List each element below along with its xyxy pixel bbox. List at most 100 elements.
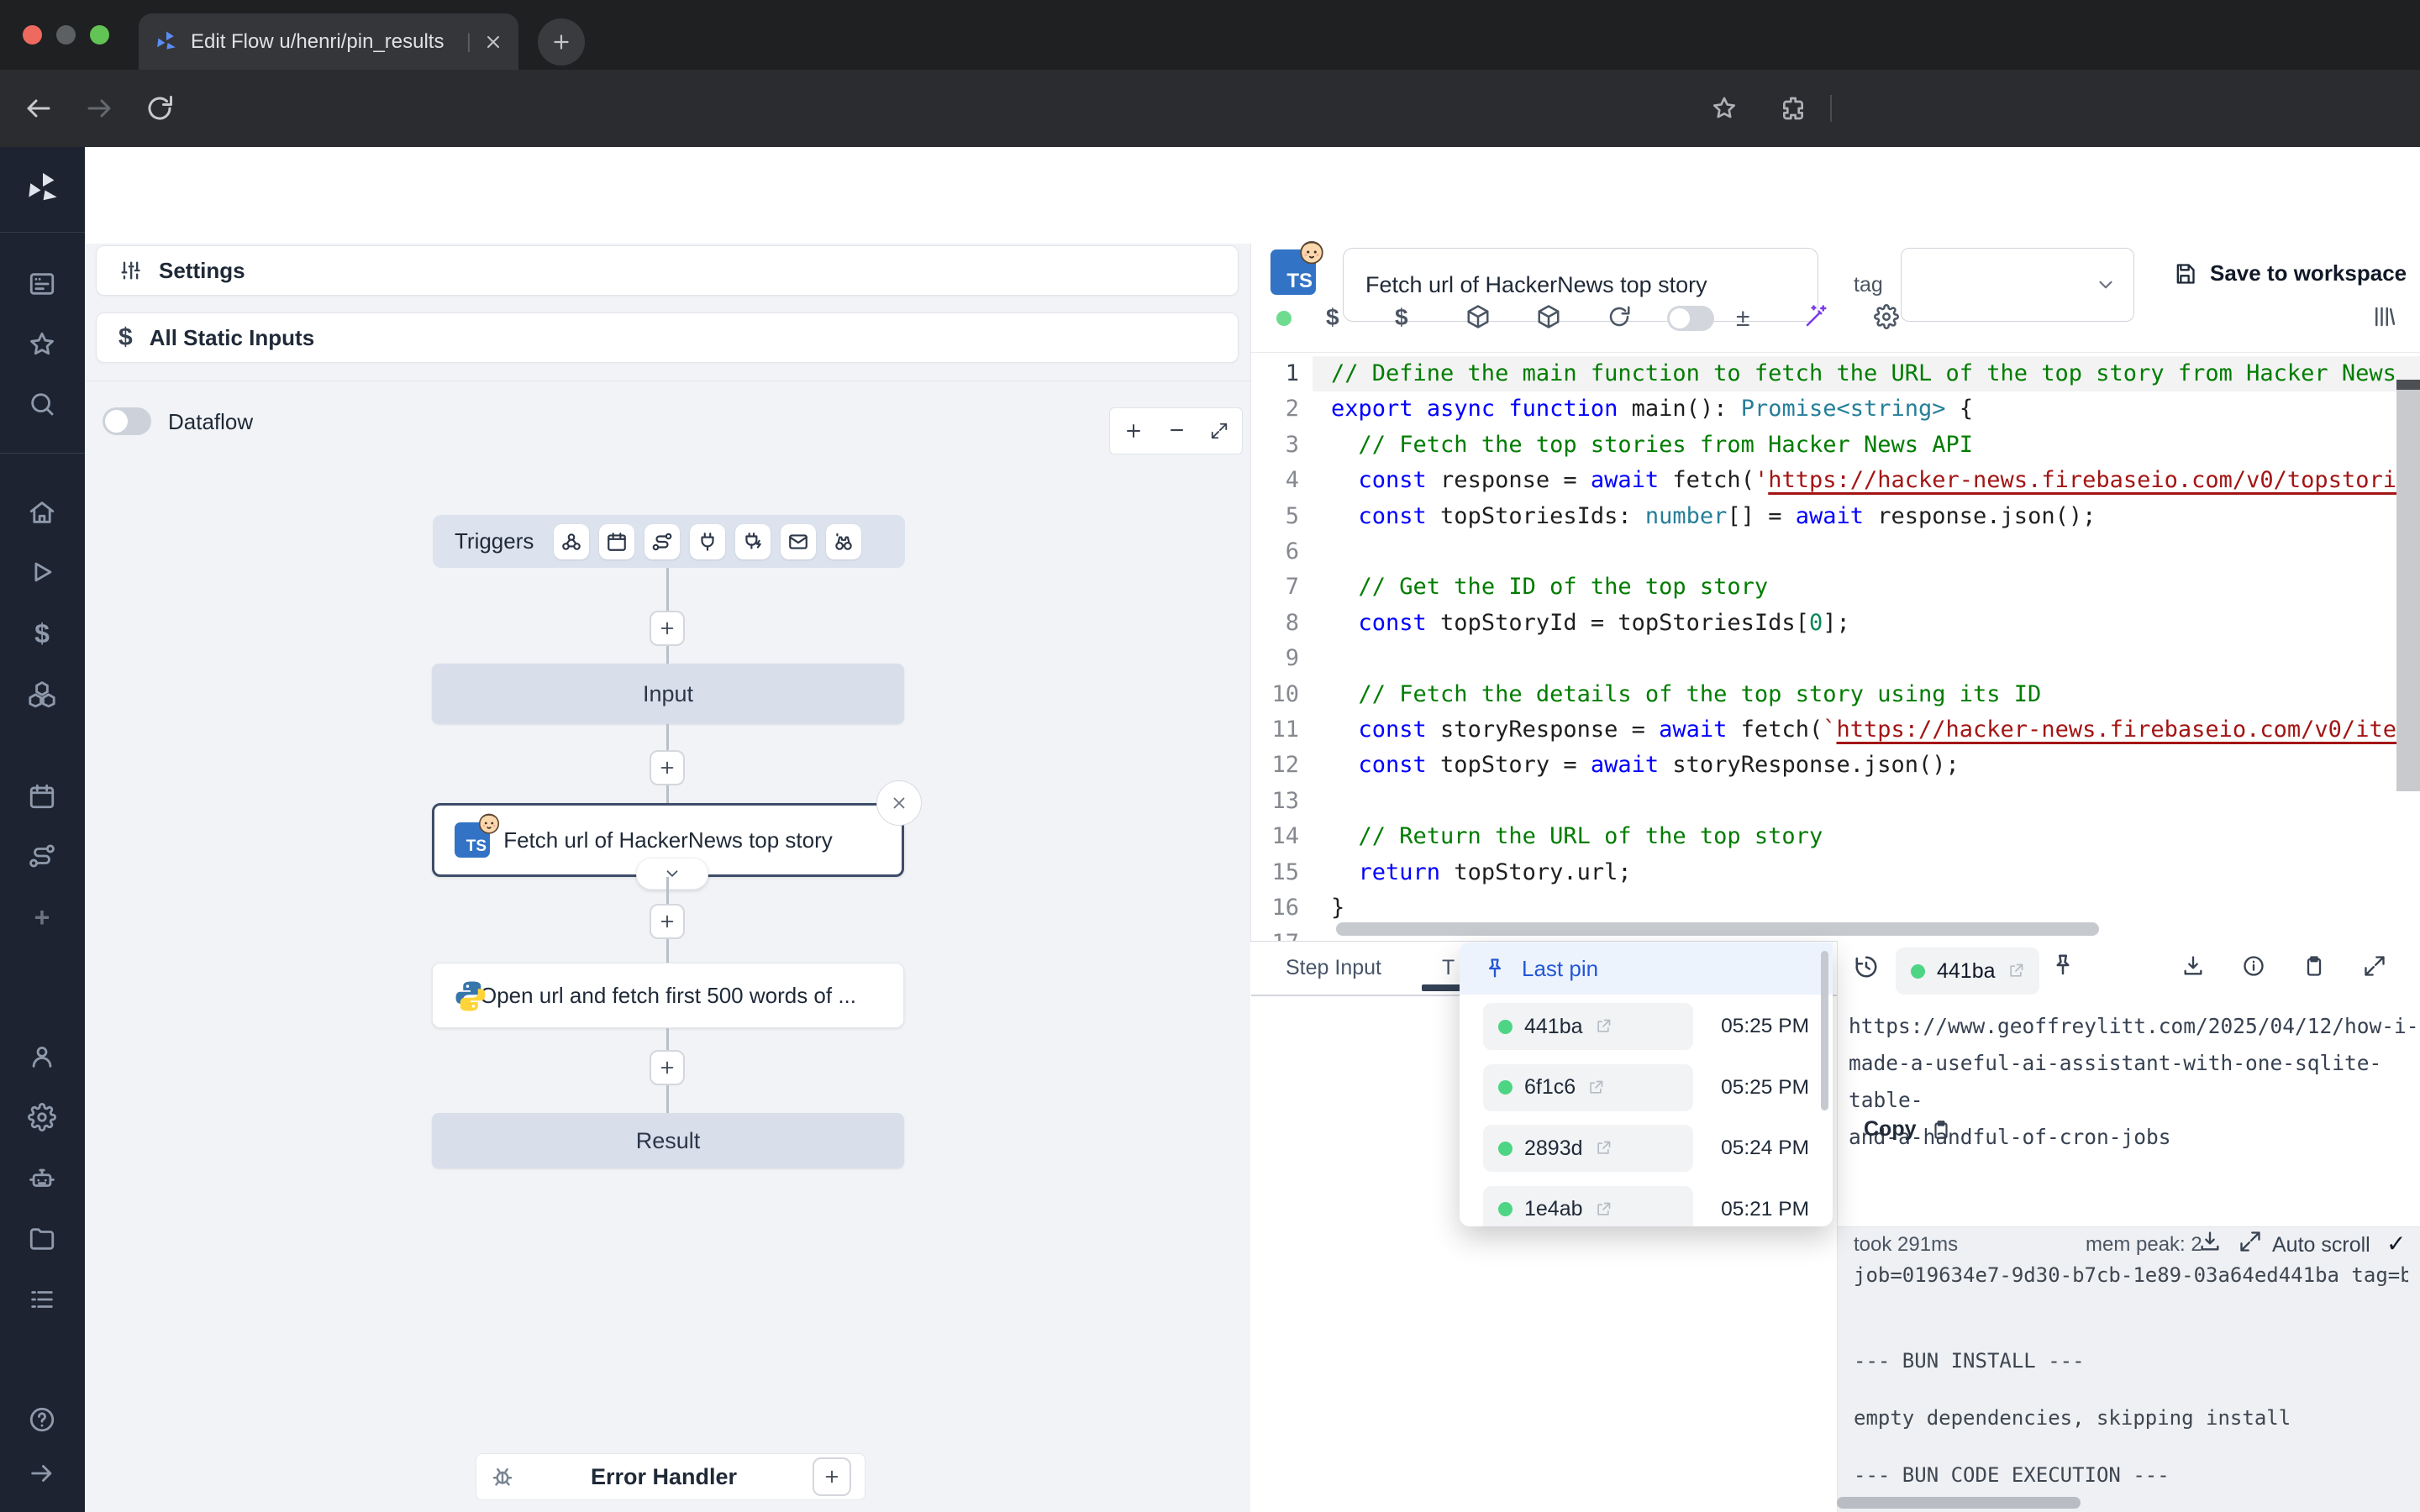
new-tab-button[interactable] [538, 18, 585, 66]
external-link-icon[interactable] [2007, 963, 2024, 979]
package-icon[interactable] [1536, 304, 1561, 329]
tag-select[interactable] [1901, 248, 2134, 322]
home-icon[interactable] [28, 498, 56, 527]
pin-history-item[interactable]: 1e4ab05:21 PM [1460, 1179, 1833, 1227]
pin-history-item[interactable]: 6f1c605:25 PM [1460, 1058, 1833, 1118]
external-link-icon[interactable] [1595, 1201, 1612, 1218]
windmill-logo[interactable] [24, 170, 62, 208]
back-icon[interactable] [24, 93, 54, 123]
code-horizontal-scrollbar[interactable] [1336, 922, 2099, 936]
settings-icon[interactable] [28, 1103, 56, 1131]
kafka-trigger-icon[interactable] [735, 524, 771, 559]
help-icon[interactable] [28, 1405, 56, 1434]
reload-icon[interactable] [145, 93, 175, 123]
webhook-trigger-icon[interactable] [554, 524, 589, 559]
status-dot-icon[interactable] [1276, 311, 1292, 326]
error-handler-node[interactable]: Error Handler [476, 1453, 865, 1500]
zoom-out-icon[interactable]: − [1170, 417, 1185, 445]
add-step-button[interactable] [650, 904, 685, 939]
job-id-pill[interactable]: 1e4ab [1483, 1186, 1693, 1227]
last-pin-option[interactable]: Last pin [1460, 942, 1833, 995]
forward-icon[interactable] [84, 93, 114, 123]
external-link-icon[interactable] [1595, 1140, 1612, 1157]
settings-row[interactable]: Settings [96, 245, 1239, 296]
step-node-a[interactable]: TS Fetch url of HackerNews top story a [432, 803, 904, 877]
settings-icon[interactable] [1874, 304, 1899, 329]
browser-tab[interactable]: Edit Flow u/henri/pin_results | [139, 13, 518, 70]
apps-icon[interactable] [28, 270, 56, 298]
expand-logs-icon[interactable] [2238, 1230, 2262, 1253]
ai-wand-icon[interactable] [1803, 304, 1828, 329]
info-icon[interactable] [2242, 954, 2265, 978]
step-node-b[interactable]: Open url and fetch first 500 words of ..… [432, 963, 904, 1028]
routes-icon[interactable] [28, 842, 56, 870]
expand-result-icon[interactable] [2363, 954, 2386, 978]
log-output[interactable]: job=019634e7-9d30-b7cb-1e89-03a64ed441ba… [1854, 1263, 2408, 1490]
input-node[interactable]: Input [432, 664, 904, 724]
auto-scroll-checkbox[interactable]: ✓ [2386, 1230, 2406, 1257]
add-error-handler-button[interactable] [813, 1457, 851, 1496]
toggle-icon[interactable] [1667, 306, 1714, 331]
users-icon[interactable] [28, 1042, 56, 1071]
expand-icon[interactable] [28, 1459, 56, 1488]
pin-history-item[interactable]: 2893d05:24 PM [1460, 1118, 1833, 1179]
close-tab-icon[interactable] [483, 32, 503, 52]
reset-icon[interactable] [1607, 304, 1632, 329]
copy-button[interactable]: Copy [1864, 1117, 1952, 1142]
folders-icon[interactable] [28, 1225, 56, 1253]
extensions-puzzle-icon[interactable] [1780, 95, 1807, 122]
bookmark-star-icon[interactable] [1711, 95, 1738, 122]
add-step-button[interactable] [650, 750, 685, 785]
download-logs-icon[interactable] [2198, 1230, 2222, 1253]
variable-icon[interactable]: $ [1395, 304, 1408, 331]
add-step-button[interactable] [650, 1050, 685, 1085]
poll-trigger-icon[interactable] [826, 524, 861, 559]
schedule-trigger-icon[interactable] [599, 524, 634, 559]
dataflow-toggle[interactable] [103, 407, 151, 435]
search-icon[interactable] [28, 390, 56, 418]
add-step-button[interactable] [650, 611, 685, 646]
code-vertical-scrollbar[interactable] [2396, 390, 2420, 791]
schedules-icon[interactable] [28, 782, 56, 811]
library-icon[interactable] [2371, 304, 2396, 329]
mqtt-trigger-icon[interactable] [690, 524, 725, 559]
expand-step-button[interactable] [636, 858, 708, 890]
pin-icon[interactable] [2050, 953, 2075, 978]
favorites-icon[interactable] [28, 330, 56, 359]
variable-icon[interactable]: $ [1326, 304, 1339, 331]
dropdown-scrollbar[interactable] [1821, 951, 1828, 1110]
diff-icon[interactable]: ± [1736, 304, 1749, 333]
workers-icon[interactable] [28, 1164, 56, 1193]
minimize-window-button[interactable] [56, 25, 76, 45]
resources-icon[interactable] [28, 680, 56, 708]
email-trigger-icon[interactable] [781, 524, 816, 559]
code-editor[interactable]: 1// Define the main function to fetch th… [1250, 356, 2420, 942]
external-link-icon[interactable] [1595, 1018, 1612, 1035]
tab-step-input[interactable]: Step Input [1286, 956, 1381, 980]
job-id-pill[interactable]: 6f1c6 [1483, 1064, 1693, 1111]
logs-horizontal-scrollbar[interactable] [1837, 1497, 2081, 1509]
static-inputs-row[interactable]: $ All Static Inputs [96, 312, 1239, 363]
copy-result-icon[interactable] [2302, 954, 2326, 978]
variables-icon[interactable]: $ [28, 618, 56, 647]
triggers-bar[interactable]: Triggers [433, 515, 905, 568]
zoom-window-button[interactable] [90, 25, 109, 45]
runs-icon[interactable] [28, 558, 56, 586]
history-icon[interactable] [1854, 954, 1879, 979]
fit-view-icon[interactable] [1210, 422, 1228, 440]
remove-step-button[interactable] [876, 780, 922, 826]
tab-partial[interactable]: T [1442, 956, 1455, 980]
download-result-icon[interactable] [2181, 954, 2205, 978]
add-icon[interactable]: + [28, 902, 56, 931]
job-id-pill[interactable]: 441ba [1896, 948, 2039, 995]
route-trigger-icon[interactable] [644, 524, 680, 559]
close-window-button[interactable] [23, 25, 42, 45]
job-id-pill[interactable]: 2893d [1483, 1125, 1693, 1172]
save-to-workspace-button[interactable]: Save to workspace [2173, 260, 2407, 286]
result-node[interactable]: Result [432, 1113, 904, 1168]
audit-logs-icon[interactable] [28, 1285, 56, 1314]
job-id-pill[interactable]: 441ba [1483, 1003, 1693, 1050]
package-icon[interactable] [1465, 304, 1491, 329]
pin-history-item[interactable]: 441ba05:25 PM [1460, 996, 1833, 1057]
external-link-icon[interactable] [1587, 1079, 1604, 1096]
